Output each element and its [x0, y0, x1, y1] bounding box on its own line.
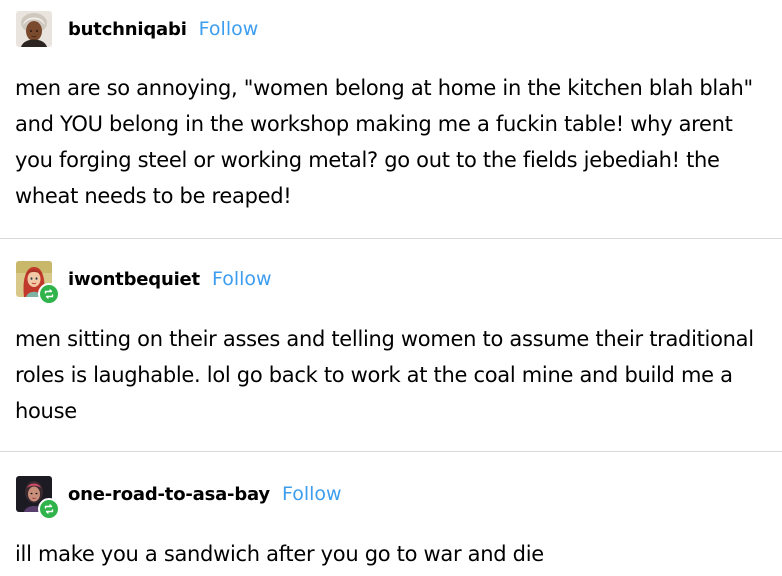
username[interactable]: one-road-to-asa-bay — [68, 484, 270, 505]
avatar[interactable] — [16, 261, 60, 305]
username[interactable]: iwontbequiet — [68, 269, 200, 290]
post-body: ill make you a sandwich after you go to … — [15, 542, 544, 566]
post-iwontbequiet: iwontbequiet Follow men sitting on their… — [0, 239, 782, 451]
username[interactable]: butchniqabi — [68, 19, 187, 40]
post-header: butchniqabi Follow — [16, 10, 258, 48]
post-header: one-road-to-asa-bay Follow — [16, 475, 342, 520]
user-avatar-portrait-icon — [16, 11, 52, 47]
follow-button[interactable]: Follow — [282, 483, 342, 505]
avatar[interactable] — [16, 11, 52, 47]
avatar[interactable] — [16, 476, 60, 520]
post-butchniqabi: butchniqabi Follow men are so annoying, … — [0, 0, 782, 238]
reblog-icon — [38, 498, 60, 520]
post-one-road-to-asa-bay: one-road-to-asa-bay Follow ill make you … — [0, 452, 782, 576]
follow-button[interactable]: Follow — [212, 268, 272, 290]
follow-button[interactable]: Follow — [199, 18, 259, 40]
post-body: men are so annoying, "women belong at ho… — [15, 76, 753, 208]
post-header: iwontbequiet Follow — [16, 260, 272, 305]
reblog-icon — [38, 283, 60, 305]
post-body: men sitting on their asses and telling w… — [15, 327, 754, 423]
